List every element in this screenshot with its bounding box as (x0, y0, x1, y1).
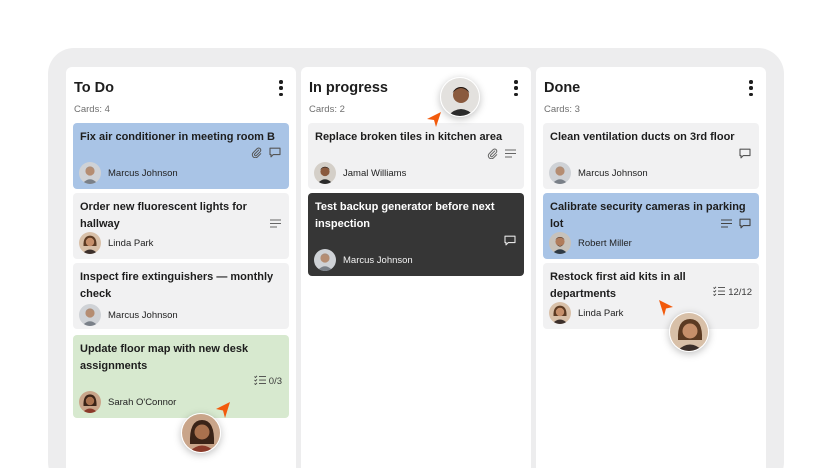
avatar (549, 302, 571, 324)
column-header: Done (544, 77, 758, 99)
assignee: Linda Park (549, 302, 623, 324)
checklist-progress: 0/3 (253, 375, 282, 388)
checklist-icon (713, 286, 726, 299)
column-todo: To Do Cards: 4 Fix air conditioner in me… (66, 67, 296, 468)
task-card[interactable]: Order new fluorescent lights for hallway… (73, 193, 289, 259)
kebab-menu-icon[interactable] (746, 78, 756, 98)
comment-icon (504, 235, 516, 246)
assignee-name: Robert Miller (578, 237, 632, 249)
card-count: Cards: 2 (309, 104, 345, 115)
checklist-count: 12/12 (728, 287, 752, 298)
assignee: Marcus Johnson (79, 162, 178, 184)
column-header: To Do (74, 77, 288, 99)
avatar (79, 162, 101, 184)
column-in-progress: In progress Cards: 2 Replace broken tile… (301, 67, 531, 468)
avatar (314, 249, 336, 271)
column-title: Done (544, 80, 581, 96)
assignee: Jamal Williams (314, 162, 406, 184)
avatar (314, 162, 336, 184)
card-title: Order new fluorescent lights for hallway (80, 201, 247, 230)
collaborator-avatar (440, 77, 480, 117)
kebab-menu-icon[interactable] (276, 78, 286, 98)
kebab-menu-icon[interactable] (511, 78, 521, 98)
assignee: Marcus Johnson (314, 249, 413, 271)
comment-icon (739, 148, 751, 159)
description-icon (505, 148, 516, 158)
assignee-name: Sarah O'Connor (108, 396, 177, 408)
avatar (79, 232, 101, 254)
collaborator-avatar (669, 312, 709, 352)
assignee-name: Marcus Johnson (343, 254, 413, 266)
cursor-pointer-icon (427, 112, 441, 127)
cursor-pointer-icon (659, 300, 673, 316)
column-title: To Do (74, 80, 114, 96)
assignee-name: Marcus Johnson (108, 309, 178, 321)
column-done: Done Cards: 3 Clean ventilation ducts on… (536, 67, 766, 468)
description-icon (721, 218, 732, 228)
column-title: In progress (309, 80, 388, 96)
card-title: Inspect fire extinguishers — monthly che… (80, 271, 274, 300)
assignee-name: Jamal Williams (343, 167, 407, 179)
task-card[interactable]: Restock first aid kits in all department… (543, 263, 759, 329)
checklist-count: 0/3 (268, 376, 282, 387)
card-title: Test backup generator before next inspec… (315, 201, 495, 230)
avatar (549, 232, 571, 254)
comment-icon (739, 218, 751, 229)
attachment-icon (487, 148, 498, 159)
avatar (79, 391, 101, 413)
task-card[interactable]: Update floor map with new desk assignmen… (73, 335, 289, 418)
card-count: Cards: 3 (544, 104, 580, 115)
card-title: Update floor map with new desk assignmen… (80, 343, 249, 372)
attachment-icon (251, 147, 262, 158)
card-title: Fix air conditioner in meeting room B (80, 131, 275, 143)
card-title: Replace broken tiles in kitchen area (315, 131, 503, 143)
assignee: Marcus Johnson (549, 162, 648, 184)
assignee: Linda Park (79, 232, 153, 254)
checklist-icon (253, 375, 266, 388)
assignee-name: Marcus Johnson (578, 167, 648, 179)
assignee: Robert Miller (549, 232, 632, 254)
task-card[interactable]: Test backup generator before next inspec… (308, 193, 524, 276)
assignee-name: Marcus Johnson (108, 167, 178, 179)
assignee-name: Linda Park (578, 307, 624, 319)
assignee: Sarah O'Connor (79, 391, 176, 413)
column-header: In progress (309, 77, 523, 99)
avatar (79, 304, 101, 326)
assignee: Marcus Johnson (79, 304, 178, 326)
collaborator-avatar (181, 413, 221, 453)
task-card[interactable]: Clean ventilation ducts on 3rd floor Mar… (543, 123, 759, 189)
comment-icon (269, 147, 281, 158)
card-title: Clean ventilation ducts on 3rd floor (550, 131, 735, 143)
assignee-name: Linda Park (108, 237, 154, 249)
card-count: Cards: 4 (74, 104, 110, 115)
task-card[interactable]: Fix air conditioner in meeting room B Ma… (73, 123, 289, 189)
checklist-progress: 12/12 (713, 286, 752, 299)
cursor-pointer-icon (216, 402, 230, 418)
task-card[interactable]: Calibrate security cameras in parking lo… (543, 193, 759, 259)
avatar (549, 162, 571, 184)
task-card[interactable]: Replace broken tiles in kitchen area Jam… (308, 123, 524, 189)
description-icon (270, 218, 281, 228)
task-card[interactable]: Inspect fire extinguishers — monthly che… (73, 263, 289, 329)
